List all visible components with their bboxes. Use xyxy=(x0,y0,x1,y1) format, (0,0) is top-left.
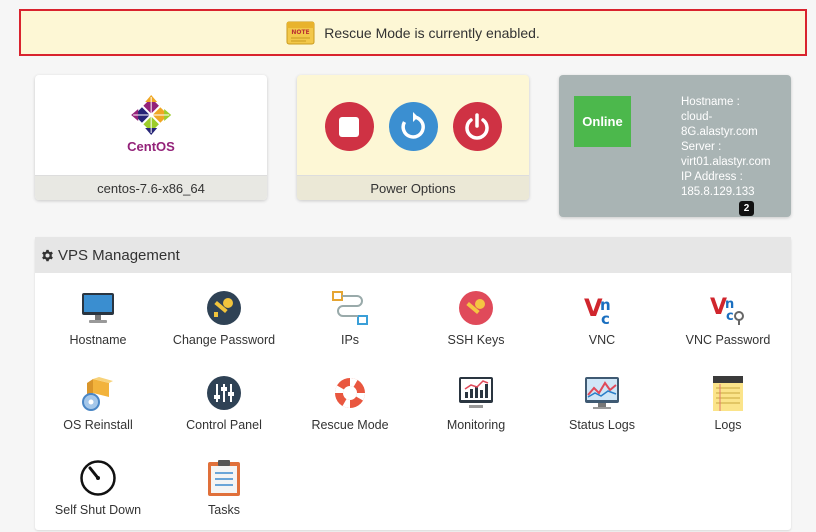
tile-label: OS Reinstall xyxy=(63,418,133,432)
rescue-mode-alert: NOTE Rescue Mode is currently enabled. xyxy=(19,9,807,56)
tile-label: VNC xyxy=(588,333,616,347)
tile-rescue-mode[interactable]: Rescue Mode xyxy=(287,374,413,432)
vps-management-title: VPS Management xyxy=(58,246,180,264)
ip-value: 185.8.129.133 xyxy=(681,186,755,198)
power-buttons xyxy=(297,102,529,151)
tile-label: Monitoring xyxy=(446,418,506,432)
tile-ssh-keys[interactable]: SSH Keys xyxy=(413,289,539,347)
vps-management-panel: VPS Management Hostname Change Password … xyxy=(35,237,791,530)
os-reinstall-icon xyxy=(79,374,117,412)
svg-text:c: c xyxy=(726,309,734,324)
status-logs-icon xyxy=(583,374,621,412)
tile-label: Change Password xyxy=(172,333,276,347)
tile-ips[interactable]: IPs xyxy=(287,289,413,347)
centos-icon xyxy=(130,95,171,135)
stop-button[interactable] xyxy=(324,102,374,151)
power-button[interactable] xyxy=(452,102,502,151)
hostname-label: Hostname : xyxy=(681,96,740,108)
hostname-value: cloud-8G.alastyr.com xyxy=(681,111,758,138)
tile-os-reinstall[interactable]: OS Reinstall xyxy=(35,374,161,432)
timer-icon xyxy=(79,459,117,497)
tile-tasks[interactable]: Tasks xyxy=(161,459,287,517)
gear-icon xyxy=(42,249,53,261)
tile-label: Status Logs xyxy=(568,418,635,432)
tile-self-shut-down[interactable]: Self Shut Down xyxy=(35,459,161,517)
svg-text:NOTE: NOTE xyxy=(292,29,310,36)
tile-hostname[interactable]: Hostname xyxy=(35,289,161,347)
alert-message: Rescue Mode is currently enabled. xyxy=(324,24,540,41)
tile-label: Control Panel xyxy=(186,418,262,432)
tile-change-password[interactable]: Change Password xyxy=(161,289,287,347)
tile-status-logs[interactable]: Status Logs xyxy=(539,374,665,432)
tile-label: Self Shut Down xyxy=(54,503,142,517)
notepad-icon xyxy=(709,374,747,412)
control-panel-icon xyxy=(205,374,243,412)
tile-label: IPs xyxy=(340,333,360,347)
tile-label: Rescue Mode xyxy=(311,418,389,432)
server-info: Hostname : cloud-8G.alastyr.com Server :… xyxy=(681,95,786,200)
power-card: Power Options xyxy=(297,75,529,200)
tile-vnc[interactable]: Vnc VNC xyxy=(539,289,665,347)
tile-label: SSH Keys xyxy=(447,333,505,347)
tile-vnc-password[interactable]: Vnc VNC Password xyxy=(665,289,791,347)
status-card: Online Hostname : cloud-8G.alastyr.com S… xyxy=(559,75,791,217)
server-value: virt01.alastyr.com xyxy=(681,156,771,168)
os-card: CentOS centos-7.6-x86_64 xyxy=(35,75,267,200)
tile-label: Logs xyxy=(714,418,742,432)
tasks-icon xyxy=(205,459,243,497)
restart-button[interactable] xyxy=(388,102,438,151)
tile-label: Tasks xyxy=(208,503,240,517)
tile-control-panel[interactable]: Control Panel xyxy=(161,374,287,432)
power-options-label: Power Options xyxy=(297,175,529,200)
tile-label: Hostname xyxy=(69,333,127,347)
ssh-key-icon xyxy=(457,289,495,327)
monitoring-icon xyxy=(457,374,495,412)
note-icon: NOTE xyxy=(286,20,316,46)
tile-label: VNC Password xyxy=(685,333,771,347)
restart-icon xyxy=(401,111,425,139)
stop-icon xyxy=(339,116,359,137)
network-icon xyxy=(331,289,369,327)
centos-logo-text: CentOS xyxy=(127,139,175,154)
os-label: centos-7.6-x86_64 xyxy=(35,175,267,200)
power-icon xyxy=(465,112,489,140)
centos-logo: CentOS xyxy=(127,93,175,154)
vnc-password-icon: Vnc xyxy=(709,289,747,327)
server-label: Server : xyxy=(681,141,722,153)
lifebuoy-icon xyxy=(331,374,369,412)
vps-management-header: VPS Management xyxy=(35,237,791,273)
key-icon xyxy=(205,289,243,327)
tile-monitoring[interactable]: Monitoring xyxy=(413,374,539,432)
count-badge: 2 xyxy=(739,201,754,216)
vnc-icon: Vnc xyxy=(583,289,621,327)
svg-text:c: c xyxy=(601,310,610,326)
tile-logs[interactable]: Logs xyxy=(665,374,791,432)
ip-label: IP Address : xyxy=(681,171,743,183)
online-badge: Online xyxy=(574,96,631,147)
monitor-icon xyxy=(79,289,117,327)
